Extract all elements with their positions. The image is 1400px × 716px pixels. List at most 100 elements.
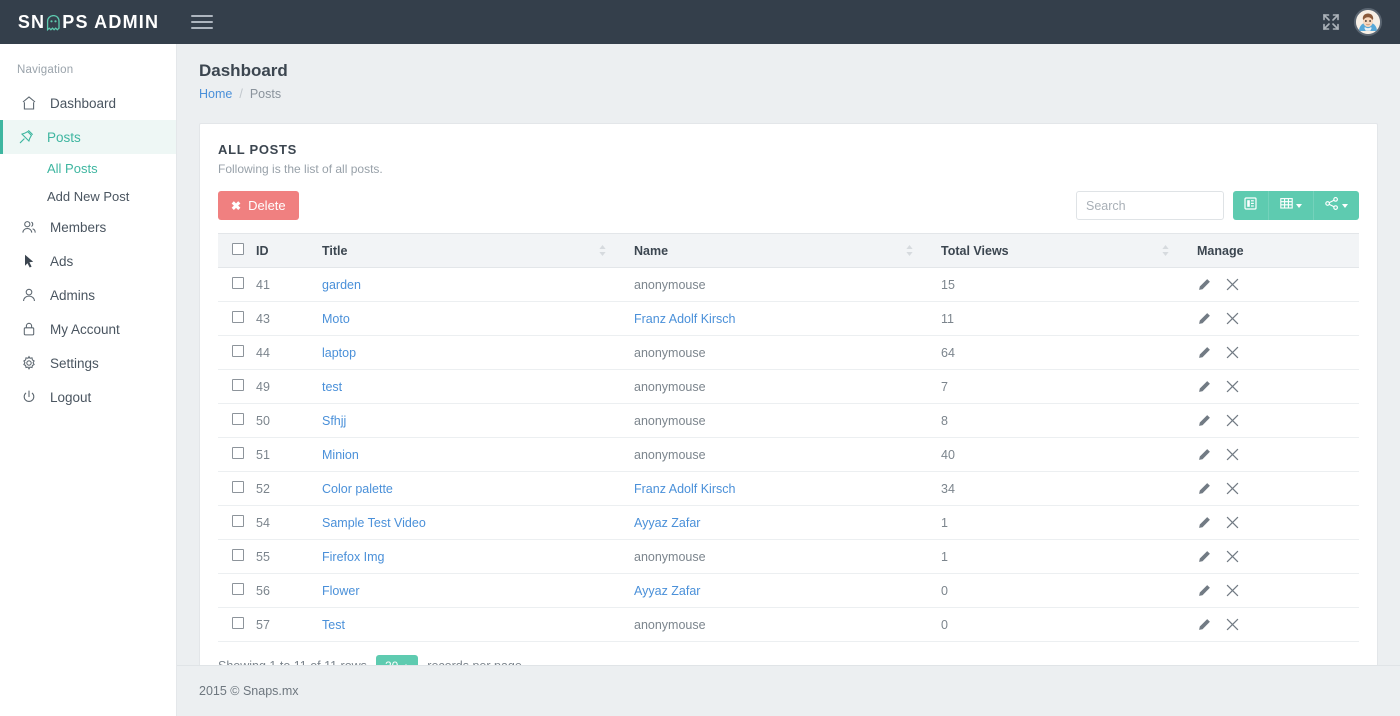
post-title-link[interactable]: test: [322, 380, 342, 394]
pencil-icon[interactable]: [1197, 584, 1211, 598]
row-manage-cell: [1187, 505, 1359, 540]
breadcrumb-home-link[interactable]: Home: [199, 87, 232, 101]
sidebar-item-admins[interactable]: Admins: [0, 278, 176, 312]
page-footer: 2015 © Snaps.mx: [177, 665, 1400, 716]
sort-icon[interactable]: [906, 245, 913, 256]
row-checkbox[interactable]: [232, 447, 244, 459]
row-checkbox[interactable]: [232, 413, 244, 425]
delete-button[interactable]: ✖ Delete: [218, 191, 299, 220]
row-checkbox[interactable]: [232, 277, 244, 289]
close-x-icon[interactable]: [1226, 584, 1239, 597]
column-header-total-views[interactable]: Total Views: [931, 233, 1187, 268]
pencil-icon[interactable]: [1197, 312, 1211, 326]
row-manage-cell: [1187, 471, 1359, 506]
sidebar-item-posts[interactable]: Posts: [0, 120, 176, 154]
sidebar-item-logout[interactable]: Logout: [0, 380, 176, 414]
pencil-icon[interactable]: [1197, 482, 1211, 496]
card-title: ALL POSTS: [218, 142, 298, 157]
row-checkbox[interactable]: [232, 515, 244, 527]
close-x-icon[interactable]: [1226, 482, 1239, 495]
hamburger-line: [191, 21, 213, 23]
close-x-icon[interactable]: [1226, 448, 1239, 461]
row-name-cell: anonymouse: [624, 607, 931, 642]
row-id-cell: 51: [246, 437, 312, 472]
pencil-icon[interactable]: [1197, 380, 1211, 394]
row-select-cell: [218, 369, 246, 404]
close-x-icon[interactable]: [1226, 346, 1239, 359]
close-x-icon[interactable]: [1226, 618, 1239, 631]
export-button[interactable]: [1314, 191, 1359, 220]
sidebar-item-settings[interactable]: Settings: [0, 346, 176, 380]
select-all-checkbox[interactable]: [232, 243, 244, 255]
author-link[interactable]: Ayyaz Zafar: [634, 516, 700, 530]
pencil-icon[interactable]: [1197, 550, 1211, 564]
post-title-link[interactable]: Firefox Img: [322, 550, 385, 564]
search-input[interactable]: [1076, 191, 1224, 220]
row-manage-cell: [1187, 437, 1359, 472]
members-icon: [20, 219, 37, 236]
row-title-cell: Firefox Img: [312, 539, 624, 574]
pencil-icon[interactable]: [1197, 448, 1211, 462]
close-x-icon[interactable]: [1226, 380, 1239, 393]
pencil-icon[interactable]: [1197, 516, 1211, 530]
row-name-cell: anonymouse: [624, 403, 931, 438]
avatar[interactable]: [1354, 8, 1382, 36]
row-id-cell: 56: [246, 573, 312, 608]
post-title-link[interactable]: laptop: [322, 346, 356, 360]
post-title-link[interactable]: Minion: [322, 448, 359, 462]
row-checkbox[interactable]: [232, 345, 244, 357]
sidebar-item-members[interactable]: Members: [0, 210, 176, 244]
column-header-title[interactable]: Title: [312, 233, 624, 268]
table-row: 55 Firefox Img anonymouse 1: [218, 539, 1359, 574]
post-title-link[interactable]: Sample Test Video: [322, 516, 426, 530]
row-checkbox[interactable]: [232, 617, 244, 629]
pencil-icon[interactable]: [1197, 618, 1211, 632]
sort-icon[interactable]: [599, 245, 606, 256]
column-header-name[interactable]: Name: [624, 233, 931, 268]
column-header-label: Title: [322, 243, 348, 258]
post-title-link[interactable]: Color palette: [322, 482, 393, 496]
row-views-cell: 15: [931, 267, 1187, 302]
sidebar-item-my-account[interactable]: My Account: [0, 312, 176, 346]
sidebar-item-add-new-post[interactable]: Add New Post: [0, 182, 176, 210]
close-x-icon[interactable]: [1226, 278, 1239, 291]
close-x-icon[interactable]: [1226, 516, 1239, 529]
close-x-icon[interactable]: [1226, 414, 1239, 427]
pencil-icon[interactable]: [1197, 414, 1211, 428]
copyright-text: 2015 © Snaps.mx: [199, 684, 299, 698]
row-checkbox[interactable]: [232, 549, 244, 561]
row-title-cell: Sfhjj: [312, 403, 624, 438]
sidebar-item-all-posts[interactable]: All Posts: [0, 154, 176, 182]
row-manage-cell: [1187, 335, 1359, 370]
post-title-link[interactable]: Sfhjj: [322, 414, 346, 428]
fullscreen-icon[interactable]: [1322, 13, 1340, 31]
sidebar-item-dashboard[interactable]: Dashboard: [0, 86, 176, 120]
author-link[interactable]: Ayyaz Zafar: [634, 584, 700, 598]
row-id-cell: 43: [246, 301, 312, 336]
author-link[interactable]: Franz Adolf Kirsch: [634, 482, 735, 496]
pencil-icon[interactable]: [1197, 346, 1211, 360]
post-title-link[interactable]: Moto: [322, 312, 350, 326]
brand-logo[interactable]: SN PS ADMIN: [0, 0, 177, 44]
row-id-cell: 55: [246, 539, 312, 574]
close-x-icon[interactable]: [1226, 550, 1239, 563]
columns-button[interactable]: [1269, 191, 1314, 220]
row-id-cell: 52: [246, 471, 312, 506]
close-x-icon[interactable]: [1226, 312, 1239, 325]
hamburger-menu-icon[interactable]: [191, 11, 213, 33]
row-checkbox[interactable]: [232, 583, 244, 595]
pencil-icon[interactable]: [1197, 278, 1211, 292]
post-title-link[interactable]: Flower: [322, 584, 360, 598]
table-header-row: ID Title Name Total Views Manage: [218, 233, 1359, 268]
post-title-link[interactable]: Test: [322, 618, 345, 632]
author-name: anonymouse: [634, 617, 706, 632]
column-header-id[interactable]: ID: [246, 233, 312, 268]
sort-icon[interactable]: [1162, 245, 1169, 256]
toggle-view-button[interactable]: [1233, 191, 1269, 220]
row-checkbox[interactable]: [232, 379, 244, 391]
sidebar-item-ads[interactable]: Ads: [0, 244, 176, 278]
post-title-link[interactable]: garden: [322, 278, 361, 292]
author-link[interactable]: Franz Adolf Kirsch: [634, 312, 735, 326]
row-checkbox[interactable]: [232, 311, 244, 323]
row-checkbox[interactable]: [232, 481, 244, 493]
